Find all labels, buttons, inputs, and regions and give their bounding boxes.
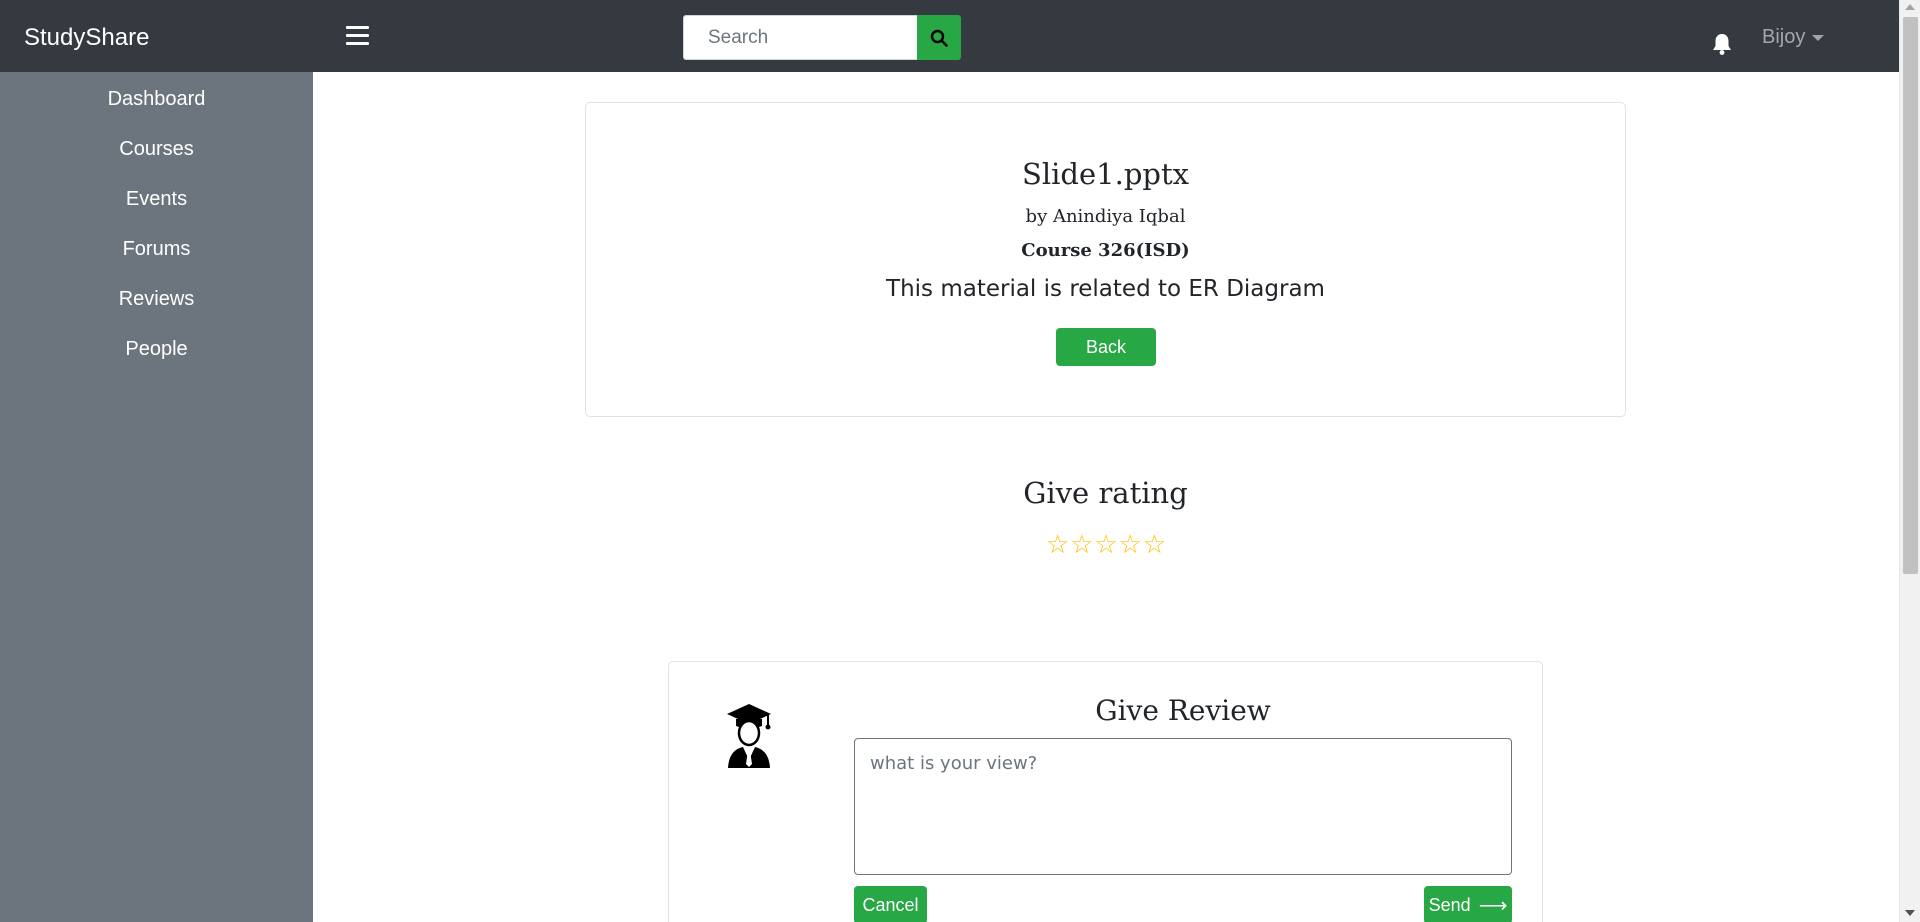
rating-heading: Give rating [1023,476,1188,510]
review-textarea[interactable] [854,738,1512,875]
star-icon-4[interactable]: ☆ [1119,532,1142,558]
search-icon [930,29,948,47]
graduate-avatar-icon [725,702,773,770]
top-navbar: StudyShare Bijoy [0,0,1899,72]
sidebar-item-events[interactable]: Events [0,188,313,211]
user-dropdown[interactable]: Bijoy [1762,26,1825,49]
review-heading: Give Review [1095,694,1271,727]
back-button[interactable]: Back [1056,328,1156,366]
cancel-button[interactable]: Cancel [854,886,927,922]
page-scrollbar[interactable] [1899,0,1920,922]
star-icon-1[interactable]: ☆ [1046,532,1069,558]
hamburger-menu-icon[interactable] [346,26,369,46]
review-card: Give Review Cancel Send ⟶ [668,661,1543,922]
sidebar-item-reviews[interactable]: Reviews [0,288,313,311]
brand-logo[interactable]: StudyShare [24,24,149,52]
star-icon-5[interactable]: ☆ [1143,532,1166,558]
chevron-down-icon [1812,34,1825,41]
material-description: This material is related to ER Diagram [886,276,1325,302]
scroll-down-arrow-icon[interactable] [1905,910,1915,916]
search-button[interactable] [917,15,961,60]
scroll-up-arrow-icon[interactable] [1905,4,1915,10]
user-name: Bijoy [1762,26,1806,48]
star-icon-2[interactable]: ☆ [1070,532,1093,558]
sidebar: Dashboard Courses Events Forums Reviews … [0,72,313,922]
bell-icon[interactable] [1711,32,1733,56]
send-button[interactable]: Send ⟶ [1424,886,1512,922]
sidebar-item-forums[interactable]: Forums [0,238,313,261]
star-icon-3[interactable]: ☆ [1094,532,1117,558]
send-label: Send [1428,894,1471,915]
search-input[interactable] [683,15,917,60]
sidebar-item-dashboard[interactable]: Dashboard [0,88,313,111]
material-author: by Anindiya Iqbal [1025,206,1186,227]
sidebar-item-courses[interactable]: Courses [0,138,313,161]
material-card: Slide1.pptx by Anindiya Iqbal Course 326… [585,102,1626,417]
material-title: Slide1.pptx [1022,157,1189,191]
scrollbar-thumb[interactable] [1903,17,1918,574]
arrow-right-icon: ⟶ [1478,894,1508,917]
sidebar-item-people[interactable]: People [0,338,313,361]
material-course: Course 326(ISD) [1021,240,1190,261]
star-rating: ☆ ☆ ☆ ☆ ☆ [1046,532,1166,558]
